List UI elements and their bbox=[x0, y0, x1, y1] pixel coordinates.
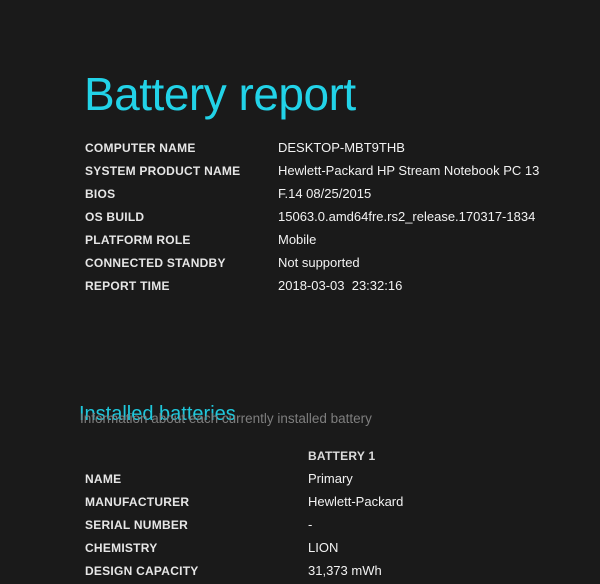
row-value: Not supported bbox=[278, 255, 360, 270]
battery-report-page: Battery report COMPUTER NAME DESKTOP-MBT… bbox=[0, 0, 600, 582]
row-label: SYSTEM PRODUCT NAME bbox=[85, 164, 241, 178]
row-value: F.14 08/25/2015 bbox=[278, 186, 372, 201]
table-row: PLATFORM ROLE Mobile bbox=[85, 230, 539, 253]
table-header-row: BATTERY 1 bbox=[85, 446, 403, 469]
battery-column-header: BATTERY 1 bbox=[308, 449, 376, 463]
row-value: LION bbox=[308, 540, 339, 555]
page-title: Battery report bbox=[84, 67, 356, 120]
row-label: REPORT TIME bbox=[85, 279, 170, 293]
row-value: 31,373 mWh bbox=[308, 563, 382, 578]
row-value: Hewlett-Packard HP Stream Notebook PC 13 bbox=[278, 163, 540, 178]
system-info-rows: COMPUTER NAME DESKTOP-MBT9THB SYSTEM PRO… bbox=[85, 138, 539, 299]
row-value: - bbox=[308, 517, 313, 532]
row-label: OS BUILD bbox=[85, 210, 145, 224]
row-label: CHEMISTRY bbox=[85, 541, 158, 555]
installed-batteries-table: BATTERY 1 NAME Primary MANUFACTURER Hewl… bbox=[85, 446, 403, 584]
row-value: Primary bbox=[308, 471, 353, 486]
table-row: BIOS F.14 08/25/2015 bbox=[85, 184, 539, 207]
table-row: OS BUILD 15063.0.amd64fre.rs2_release.17… bbox=[85, 207, 539, 230]
row-label: BIOS bbox=[85, 187, 116, 201]
row-label-empty bbox=[85, 446, 308, 469]
system-info-table: COMPUTER NAME DESKTOP-MBT9THB SYSTEM PRO… bbox=[85, 138, 539, 299]
table-row: SERIAL NUMBER - bbox=[85, 515, 403, 538]
table-row: CHEMISTRY LION bbox=[85, 538, 403, 561]
table-row: DESIGN CAPACITY 31,373 mWh bbox=[85, 561, 403, 584]
table-row: COMPUTER NAME DESKTOP-MBT9THB bbox=[85, 138, 539, 161]
row-label: CONNECTED STANDBY bbox=[85, 256, 226, 270]
table-row: MANUFACTURER Hewlett-Packard bbox=[85, 492, 403, 515]
row-label: PLATFORM ROLE bbox=[85, 233, 191, 247]
row-label: COMPUTER NAME bbox=[85, 141, 196, 155]
row-value: DESKTOP-MBT9THB bbox=[278, 140, 405, 155]
row-label: SERIAL NUMBER bbox=[85, 518, 189, 532]
row-value: 15063.0.amd64fre.rs2_release.170317-1834 bbox=[278, 209, 536, 224]
row-label: NAME bbox=[85, 472, 122, 486]
row-label: DESIGN CAPACITY bbox=[85, 564, 199, 578]
table-row: NAME Primary bbox=[85, 469, 403, 492]
section-subtitle-installed-batteries: Information about each currently install… bbox=[80, 411, 372, 426]
table-row: REPORT TIME 2018-03-03 23:32:16 bbox=[85, 276, 539, 299]
battery-table-rows: NAME Primary MANUFACTURER Hewlett-Packar… bbox=[85, 469, 403, 584]
table-row: CONNECTED STANDBY Not supported bbox=[85, 253, 539, 276]
battery-table-head: BATTERY 1 bbox=[85, 446, 403, 469]
table-row: SYSTEM PRODUCT NAME Hewlett-Packard HP S… bbox=[85, 161, 539, 184]
row-value: 2018-03-03 23:32:16 bbox=[278, 278, 403, 293]
row-value: Hewlett-Packard bbox=[308, 494, 404, 509]
row-value: Mobile bbox=[278, 232, 317, 247]
row-label: MANUFACTURER bbox=[85, 495, 190, 509]
